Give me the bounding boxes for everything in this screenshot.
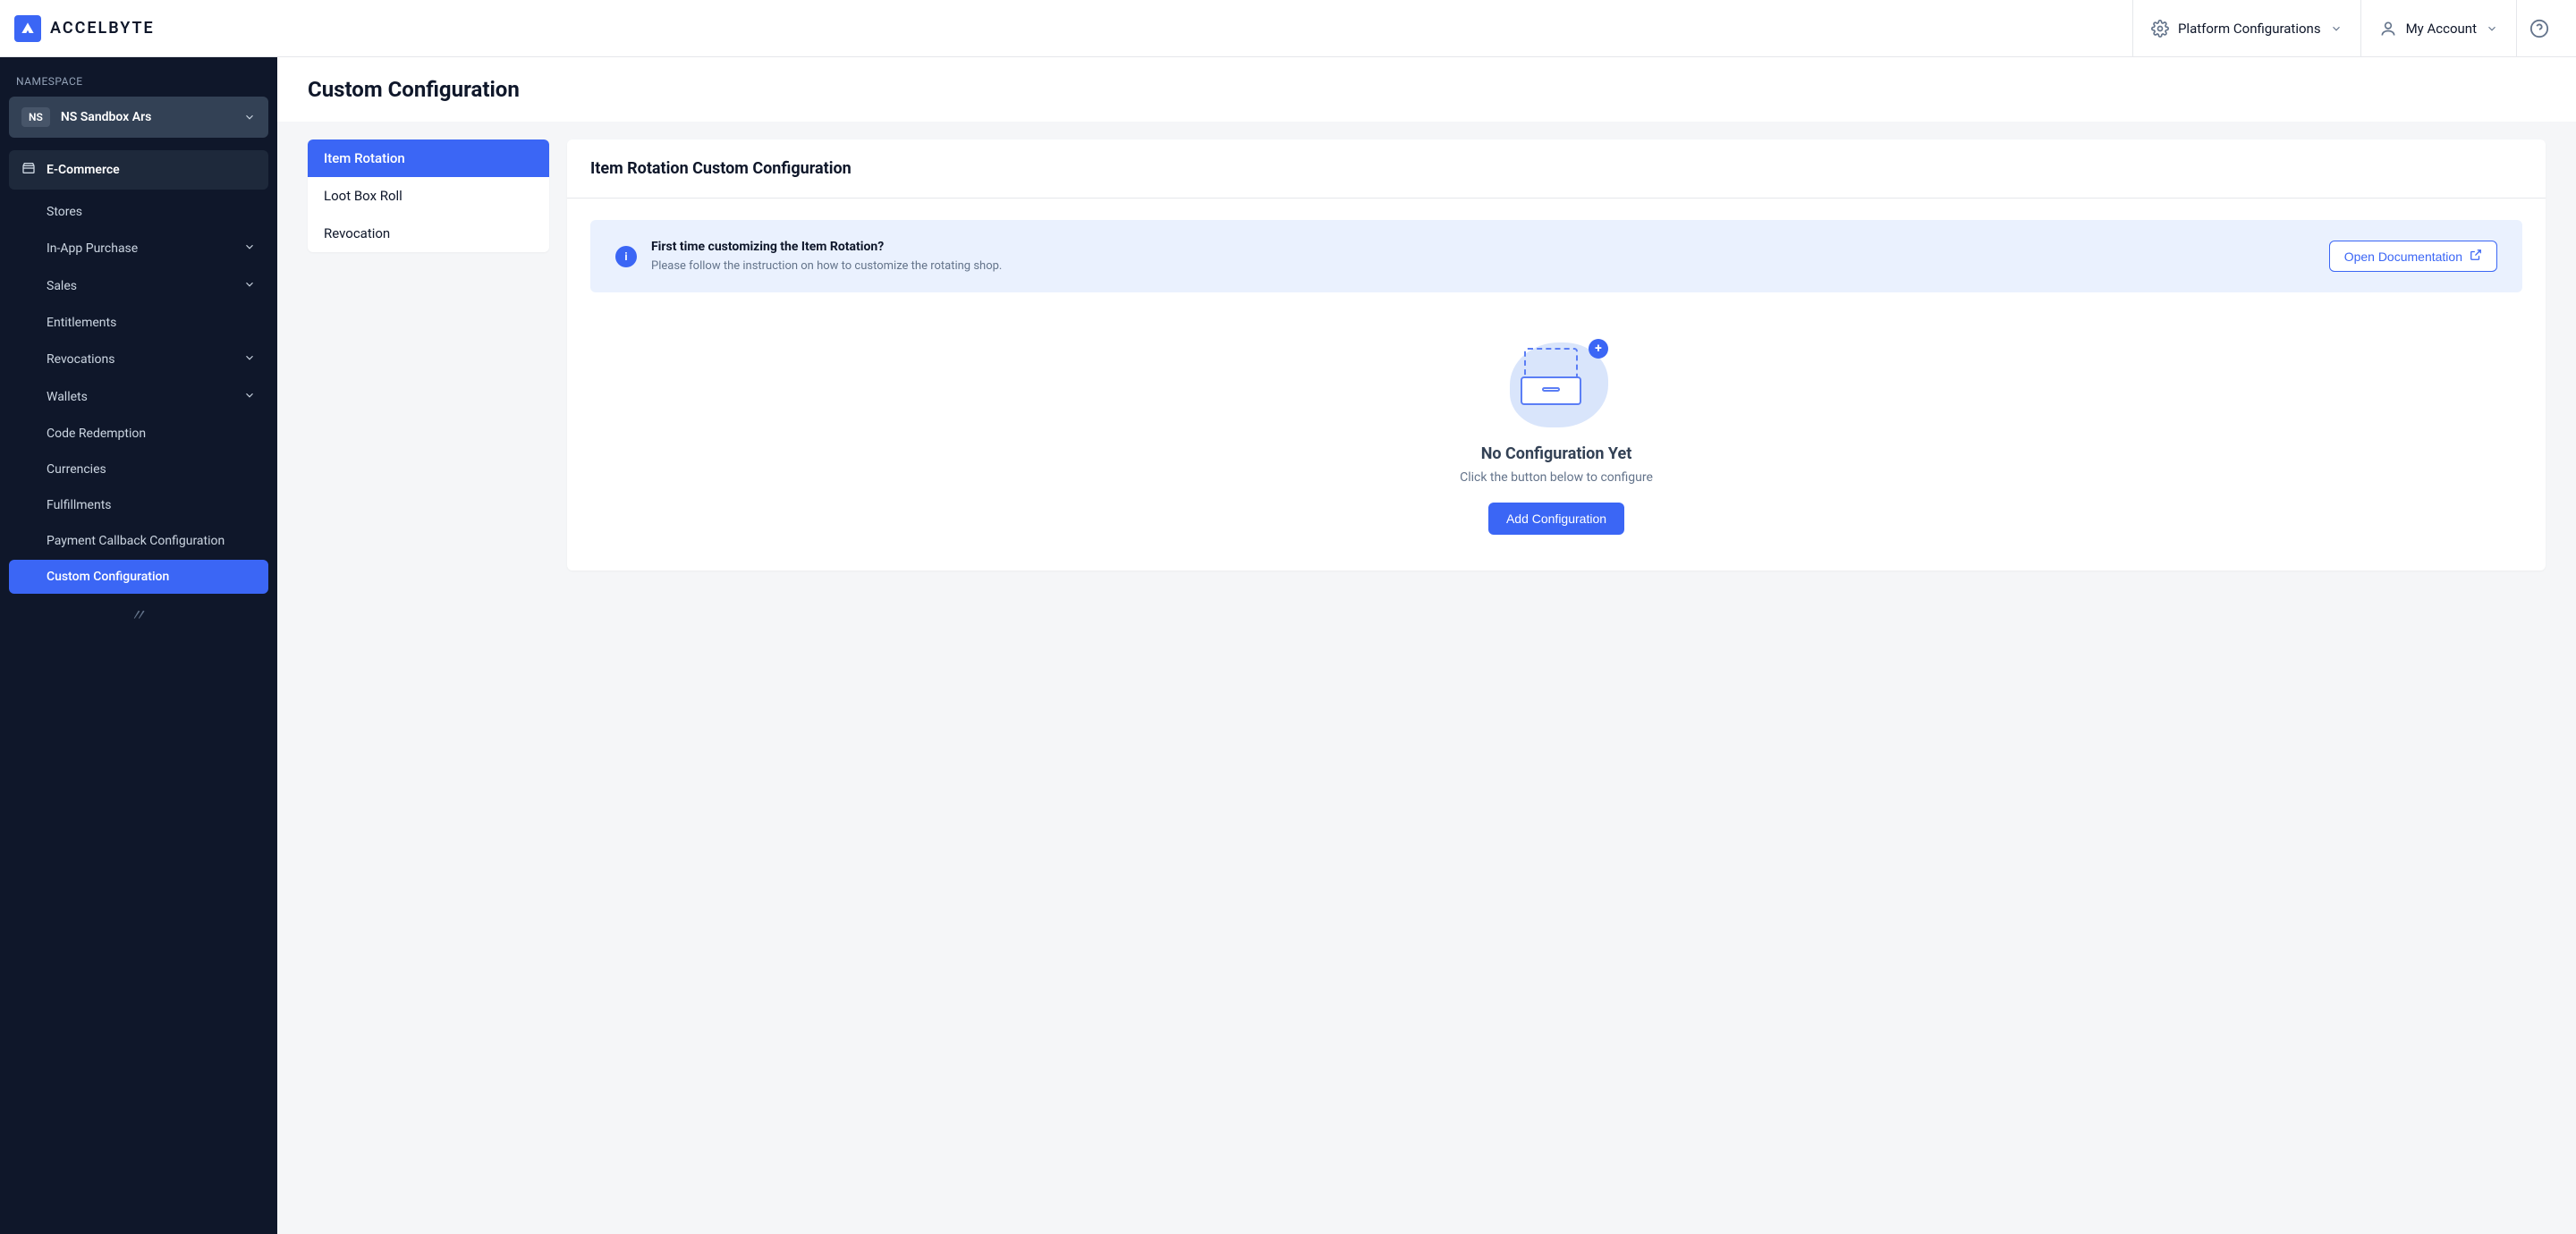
external-link-icon [2470,249,2482,264]
panel-title: Item Rotation Custom Configuration [567,139,2546,199]
subnav-item-revocation[interactable]: Revocation [308,215,549,252]
doc-btn-label: Open Documentation [2344,249,2462,264]
chevron-down-icon [243,351,256,368]
sidebar-item-custom-configuration[interactable]: Custom Configuration [9,560,268,594]
add-configuration-button[interactable]: Add Configuration [1488,503,1624,535]
sidebar: NAMESPACE NS NS Sandbox Ars E-Commerce S… [0,57,277,1234]
namespace-name: NS Sandbox Ars [61,110,233,124]
platform-config-label: Platform Configurations [2178,21,2321,37]
sidebar-item-label: Payment Callback Configuration [47,534,225,548]
info-icon: i [615,246,637,267]
chevron-down-icon [2486,22,2498,35]
sidebar-item-label: Stores [47,205,82,219]
namespace-selector[interactable]: NS NS Sandbox Ars [9,97,268,138]
sidebar-item-sales[interactable]: Sales [9,268,268,304]
plus-icon: + [1589,339,1608,359]
brand-name: ACCELBYTE [50,19,155,38]
sidebar-item-label: Currencies [47,462,106,477]
main-content: Custom Configuration Item RotationLoot B… [277,57,2576,1234]
sidebar-item-fulfillments[interactable]: Fulfillments [9,488,268,522]
help-icon [2529,19,2549,38]
subnav-item-item-rotation[interactable]: Item Rotation [308,139,549,177]
sidebar-item-currencies[interactable]: Currencies [9,452,268,486]
sidebar-collapse-handle[interactable]: 〃 [9,596,268,633]
store-icon [21,161,36,179]
chevron-down-icon [243,389,256,405]
sidebar-item-label: Sales [47,279,77,293]
header-actions: Platform Configurations My Account [2132,0,2562,56]
sidebar-item-label: In-App Purchase [47,241,138,256]
subnav-item-loot-box-roll[interactable]: Loot Box Roll [308,177,549,215]
account-label: My Account [2406,21,2477,37]
app-header: ACCELBYTE Platform Configurations My Acc… [0,0,2576,57]
sidebar-item-payment-callback-configuration[interactable]: Payment Callback Configuration [9,524,268,558]
sidebar-item-wallets[interactable]: Wallets [9,379,268,415]
chevron-down-icon [243,278,256,294]
sidebar-item-code-redemption[interactable]: Code Redemption [9,417,268,451]
namespace-label: NAMESPACE [9,72,268,97]
help-button[interactable] [2516,0,2562,56]
page-title: Custom Configuration [277,57,2576,122]
sidebar-item-label: Wallets [47,390,88,404]
sidebar-section-ecommerce[interactable]: E-Commerce [9,150,268,190]
sidebar-item-stores[interactable]: Stores [9,195,268,229]
info-heading: First time customizing the Item Rotation… [651,240,2315,254]
chevron-down-icon [243,111,256,123]
platform-config-menu[interactable]: Platform Configurations [2132,0,2360,56]
namespace-badge: NS [21,107,50,127]
empty-state-title: No Configuration Yet [567,444,2546,463]
config-panel: Item Rotation Custom Configuration i Fir… [567,139,2546,571]
sidebar-item-entitlements[interactable]: Entitlements [9,306,268,340]
sidebar-item-label: Entitlements [47,316,116,330]
sidebar-item-label: Custom Configuration [47,570,169,584]
chevron-down-icon [2330,22,2343,35]
sidebar-item-revocations[interactable]: Revocations [9,342,268,377]
empty-illustration: + [1503,339,1610,428]
empty-state-subtext: Click the button below to configure [567,470,2546,485]
info-banner: i First time customizing the Item Rotati… [590,220,2522,292]
sidebar-item-label: Code Redemption [47,427,146,441]
account-menu[interactable]: My Account [2360,0,2516,56]
logo-mark-icon [14,15,41,42]
empty-state: + No Configuration Yet Click the button … [567,314,2546,571]
sidebar-item-label: Fulfillments [47,498,112,512]
open-documentation-button[interactable]: Open Documentation [2329,241,2497,272]
config-subnav: Item RotationLoot Box RollRevocation [308,139,549,252]
user-icon [2379,20,2397,38]
sidebar-item-label: Revocations [47,352,115,367]
sidebar-section-label: E-Commerce [47,163,120,177]
gear-icon [2151,20,2169,38]
info-subtext: Please follow the instruction on how to … [651,259,2315,273]
chevron-down-icon [243,241,256,257]
sidebar-item-in-app-purchase[interactable]: In-App Purchase [9,231,268,266]
brand-logo[interactable]: ACCELBYTE [14,15,155,42]
